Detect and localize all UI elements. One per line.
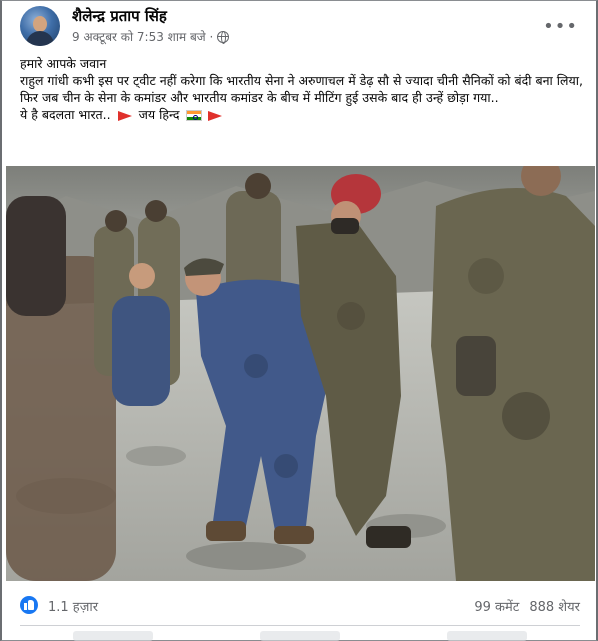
like-button[interactable] — [73, 631, 154, 641]
more-options-icon[interactable]: ••• — [543, 16, 578, 37]
like-count[interactable]: 1.1 हज़ार — [48, 597, 98, 615]
divider — [20, 625, 580, 626]
share-button[interactable] — [446, 631, 527, 641]
red-flag-icon — [208, 110, 223, 121]
author-name[interactable]: शैलेन्द्र प्रताप सिंह — [72, 6, 167, 26]
red-flag-icon — [117, 110, 132, 121]
share-count[interactable]: 888 शेयर — [529, 597, 580, 615]
post-meta: 9 अक्टूबर को 7:53 शाम बजे · — [72, 28, 230, 45]
post-photo[interactable] — [6, 166, 595, 581]
post-text: हमारे आपके जवान राहुल गांधी कभी इस पर ट्… — [20, 55, 585, 123]
post-card: शैलेन्द्र प्रताप सिंह 9 अक्टूबर को 7:53 … — [0, 0, 598, 641]
india-flag-icon — [186, 110, 203, 121]
post-stats: 1.1 हज़ार 99 कमेंट 888 शेयर — [20, 594, 580, 618]
action-bar — [20, 631, 580, 641]
like-icon[interactable] — [20, 596, 38, 614]
post-header: शैलेन्द्र प्रताप सिंह 9 अक्टूबर को 7:53 … — [20, 6, 580, 48]
post-text-line-2: राहुल गांधी कभी इस पर ट्वीट नहीं करेगा क… — [20, 73, 583, 105]
post-text-line-1: हमारे आपके जवान — [20, 56, 107, 71]
post-timestamp[interactable]: 9 अक्टूबर को 7:53 शाम बजे · — [72, 28, 213, 45]
post-text-jai-hind: जय हिन्द — [138, 107, 180, 122]
comment-button[interactable] — [259, 631, 340, 641]
globe-icon[interactable] — [217, 30, 230, 44]
engagement-counts: 99 कमेंट 888 शेयर — [474, 597, 580, 615]
post-text-line-3: ये है बदलता भारत.. जय हिन्द — [20, 106, 585, 123]
avatar[interactable] — [20, 6, 60, 46]
post-text-line-3-text: ये है बदलता भारत.. — [20, 107, 111, 122]
comment-count[interactable]: 99 कमेंट — [474, 597, 519, 615]
